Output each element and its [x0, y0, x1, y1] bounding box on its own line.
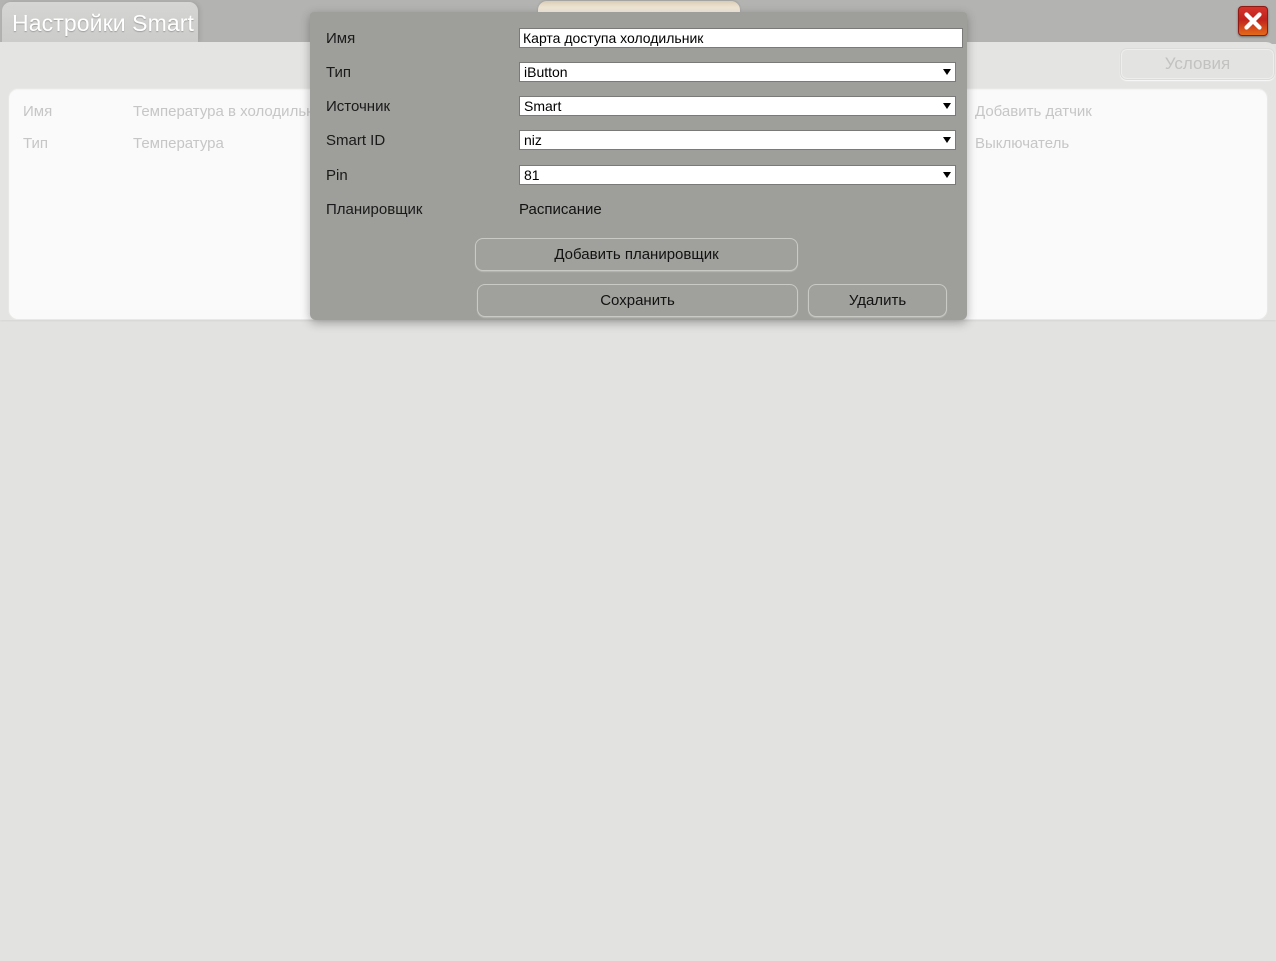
type-select[interactable]: iButton [519, 62, 956, 82]
type-select-value: iButton [524, 64, 568, 80]
pin-select-value: 81 [524, 167, 540, 183]
list-item-add-sensor[interactable]: Добавить датчик [975, 100, 1092, 122]
list-item-label: Выключатель [975, 134, 1070, 152]
tab-smart-settings[interactable]: Настройки Smart [2, 2, 198, 42]
conditions-button-label: Условия [1164, 54, 1231, 73]
scheduler-value: Расписание [519, 201, 602, 218]
delete-button[interactable]: Удалить [808, 284, 947, 317]
source-select-value: Smart [524, 98, 562, 114]
source-select[interactable]: Smart [519, 96, 956, 116]
list-item-label: Добавить датчик [975, 102, 1092, 120]
field-label-smart-id: Smart ID [326, 132, 386, 149]
property-value: Температура [133, 134, 224, 152]
tab-smart-settings-label: Настройки Smart [12, 10, 195, 36]
add-scheduler-button[interactable]: Добавить планировщик [475, 238, 798, 271]
property-key: Имя [23, 102, 53, 120]
property-key: Тип [23, 134, 49, 152]
save-button[interactable]: Сохранить [477, 284, 798, 317]
field-label-source: Источник [326, 98, 391, 115]
property-row: Имя Температура в холодильнике [23, 100, 338, 122]
list-item-switch[interactable]: Выключатель [975, 132, 1069, 154]
save-button-label: Сохранить [600, 292, 675, 309]
field-row-scheduler: Планировщик Расписание [326, 197, 951, 223]
add-scheduler-button-label: Добавить планировщик [554, 246, 719, 263]
chevron-down-icon [943, 137, 951, 143]
chevron-down-icon [943, 103, 951, 109]
field-label-type: Тип [326, 64, 352, 81]
pin-select[interactable]: 81 [519, 165, 956, 185]
chevron-down-icon [943, 69, 951, 75]
close-button[interactable] [1238, 6, 1268, 36]
field-row-source: Источник Smart [326, 94, 956, 120]
field-label-name: Имя [326, 30, 356, 47]
edit-device-dialog: Имя Тип iButton Источник Smart Smart ID … [310, 12, 967, 320]
field-row-smart-id: Smart ID niz [326, 128, 956, 154]
smart-id-select[interactable]: niz [519, 130, 956, 150]
chevron-down-icon [943, 172, 951, 178]
property-value: Температура в холодильнике [133, 102, 338, 120]
smart-id-select-value: niz [524, 132, 542, 148]
close-icon [1239, 7, 1267, 35]
field-label-pin: Pin [326, 167, 348, 184]
field-row-name: Имя [326, 26, 963, 52]
field-row-pin: Pin 81 [326, 163, 956, 189]
field-row-type: Тип iButton [326, 60, 956, 86]
name-input[interactable] [519, 28, 963, 48]
delete-button-label: Удалить [848, 292, 907, 309]
conditions-button[interactable]: Условия [1120, 48, 1275, 80]
field-label-scheduler: Планировщик [326, 201, 423, 218]
property-row: Тип Температура [23, 132, 224, 154]
